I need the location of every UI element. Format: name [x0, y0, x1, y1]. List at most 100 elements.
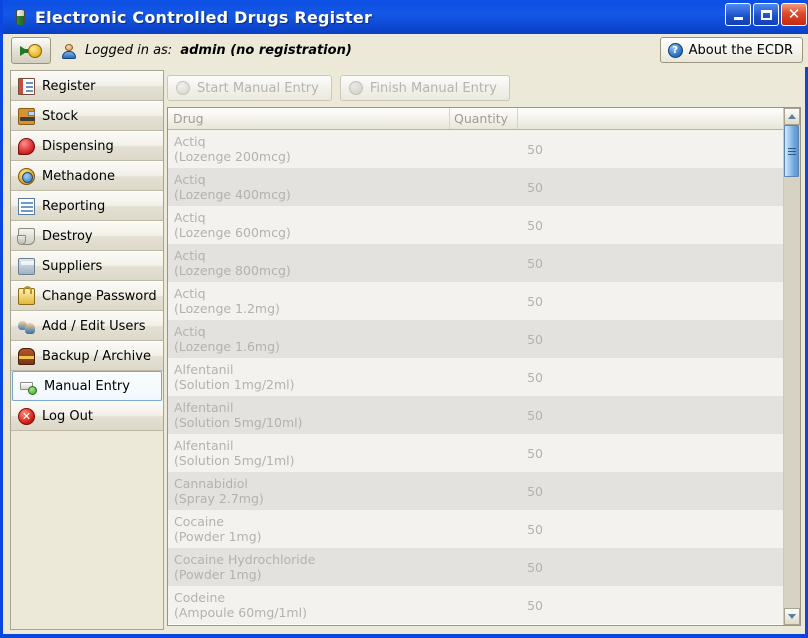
table-row[interactable]: Actiq (Lozenge 400mcg) 50 [168, 168, 783, 206]
scrollbar-thumb[interactable] [784, 125, 799, 177]
pill-icon [18, 138, 35, 155]
sidebar-item-label: Stock [42, 109, 78, 124]
table-row[interactable]: Codeine (Ampoule 60mg/1ml) 50 [168, 586, 783, 624]
sidebar-item-backup-archive[interactable]: Backup / Archive [11, 341, 163, 371]
sidebar-item-label: Log Out [42, 409, 93, 424]
start-manual-entry-button[interactable]: Start Manual Entry [167, 75, 332, 101]
sidebar-item-label: Register [42, 79, 96, 94]
table-row[interactable]: Cannabidiol (Spray 2.7mg) 50 [168, 472, 783, 510]
cell-drug: Actiq (Lozenge 800mcg) [168, 248, 498, 278]
drug-form: (Solution 5mg/1ml) [174, 453, 498, 468]
logout-toolbar-button[interactable] [11, 37, 51, 64]
sidebar-item-label: Add / Edit Users [42, 319, 146, 334]
drug-name: Cocaine [174, 514, 224, 529]
chevron-up-icon [788, 114, 796, 119]
drug-form: (Solution 1mg/2ml) [174, 377, 498, 392]
minimize-button[interactable] [725, 3, 751, 26]
start-manual-entry-label: Start Manual Entry [197, 81, 319, 96]
maximize-button[interactable] [753, 3, 779, 26]
manual-entry-button-bar: Start Manual Entry Finish Manual Entry [164, 70, 510, 106]
bin-icon [18, 228, 35, 245]
cell-quantity: 50 [498, 560, 543, 575]
drug-table-viewport: Drug Quantity Actiq (Lozenge 200mcg) 50 … [168, 108, 783, 625]
table-row[interactable]: Cocaine (Powder 1mg) 50 [168, 510, 783, 548]
cell-quantity: 50 [498, 294, 543, 309]
chevron-down-icon [788, 614, 796, 619]
about-button[interactable]: ? About the ECDR [660, 37, 803, 63]
table-row[interactable]: Alfentanil (Solution 1mg/2ml) 50 [168, 358, 783, 396]
sidebar-item-label: Suppliers [42, 259, 102, 274]
keyboard-add-icon [20, 378, 37, 395]
finish-circle-icon [349, 81, 363, 95]
cell-drug: Actiq (Lozenge 1.2mg) [168, 286, 498, 316]
padlock-key-icon [18, 288, 35, 305]
scrollbar-track[interactable] [784, 125, 800, 608]
cell-drug: Cocaine Hydrochloride (Powder 1mg) [168, 552, 498, 582]
table-row[interactable]: Alfentanil (Solution 5mg/1ml) 50 [168, 434, 783, 472]
sidebar-item-label: Destroy [42, 229, 93, 244]
cell-drug: Alfentanil (Solution 5mg/10ml) [168, 400, 498, 430]
logged-in-label: Logged in as: [85, 43, 172, 58]
sidebar-item-register[interactable]: Register [11, 71, 163, 101]
sidebar-item-label: Change Password [42, 289, 157, 304]
drug-name: Actiq [174, 324, 206, 339]
cell-quantity: 50 [498, 408, 543, 423]
cell-quantity: 50 [498, 180, 543, 195]
table-row[interactable]: Cocaine Hydrochloride (Powder 1mg) 50 [168, 548, 783, 586]
logged-in-status: Logged in as: admin (no registration) [85, 43, 352, 58]
drug-form: (Lozenge 800mcg) [174, 263, 498, 278]
cell-drug: Alfentanil (Solution 1mg/2ml) [168, 362, 498, 392]
finish-manual-entry-label: Finish Manual Entry [370, 81, 497, 96]
drug-name: Alfentanil [174, 362, 233, 377]
table-row[interactable]: Actiq (Lozenge 1.2mg) 50 [168, 282, 783, 320]
sidebar-item-label: Manual Entry [44, 379, 130, 394]
table-row[interactable]: Actiq (Lozenge 1.6mg) 50 [168, 320, 783, 358]
table-row[interactable]: Alfentanil (Solution 5mg/10ml) 50 [168, 396, 783, 434]
sidebar-item-stock[interactable]: Stock [11, 101, 163, 131]
table-row[interactable]: Actiq (Lozenge 200mcg) 50 [168, 130, 783, 168]
drug-form: (Solution 5mg/10ml) [174, 415, 498, 430]
drug-name: Actiq [174, 248, 206, 263]
clock-bottle-icon [18, 168, 35, 185]
drug-form: (Lozenge 400mcg) [174, 187, 498, 202]
close-button[interactable]: ✕ [781, 3, 807, 26]
drug-name: Alfentanil [174, 400, 233, 415]
column-header-drug[interactable]: Drug [168, 108, 450, 129]
sidebar-item-add-edit-users[interactable]: Add / Edit Users [11, 311, 163, 341]
drug-form: (Lozenge 1.2mg) [174, 301, 498, 316]
drug-form: (Lozenge 200mcg) [174, 149, 498, 164]
sidebar-item-methadone[interactable]: Methadone [11, 161, 163, 191]
drug-name: Cannabidiol [174, 476, 248, 491]
drug-table-body: Actiq (Lozenge 200mcg) 50 Actiq (Lozenge… [168, 130, 783, 625]
table-row[interactable]: Actiq (Lozenge 600mcg) 50 [168, 206, 783, 244]
column-header-quantity[interactable]: Quantity [450, 108, 518, 129]
scroll-up-button[interactable] [784, 108, 800, 125]
drug-form: (Spray 2.7mg) [174, 491, 498, 506]
grip-icon [788, 148, 796, 149]
finish-manual-entry-button[interactable]: Finish Manual Entry [340, 75, 510, 101]
cell-quantity: 50 [498, 370, 543, 385]
cell-drug: Actiq (Lozenge 600mcg) [168, 210, 498, 240]
drug-name: Actiq [174, 172, 206, 187]
main-content: Start Manual Entry Finish Manual Entry D… [164, 70, 801, 626]
table-row[interactable]: Actiq (Lozenge 800mcg) 50 [168, 244, 783, 282]
cell-drug: Alfentanil (Solution 5mg/1ml) [168, 438, 498, 468]
sidebar-item-dispensing[interactable]: Dispensing [11, 131, 163, 161]
logout-cross-icon: ✕ [18, 408, 35, 425]
sidebar-item-destroy[interactable]: Destroy [11, 221, 163, 251]
close-icon: ✕ [788, 7, 801, 22]
sidebar-item-label: Reporting [42, 199, 105, 214]
sidebar-item-manual-entry[interactable]: Manual Entry [12, 371, 162, 401]
scroll-down-button[interactable] [784, 608, 800, 625]
vertical-scrollbar[interactable] [783, 108, 800, 625]
sidebar-item-reporting[interactable]: Reporting [11, 191, 163, 221]
cell-drug: Cocaine (Powder 1mg) [168, 514, 498, 544]
drug-form: (Lozenge 1.6mg) [174, 339, 498, 354]
sidebar-item-log-out[interactable]: ✕ Log Out [11, 401, 163, 431]
toolbar: Logged in as: admin (no registration) ? … [6, 34, 808, 67]
drug-name: Cocaine Hydrochloride [174, 552, 315, 567]
sidebar-item-change-password[interactable]: Change Password [11, 281, 163, 311]
sidebar-item-suppliers[interactable]: Suppliers [11, 251, 163, 281]
drug-name: Actiq [174, 134, 206, 149]
cell-drug: Actiq (Lozenge 200mcg) [168, 134, 498, 164]
